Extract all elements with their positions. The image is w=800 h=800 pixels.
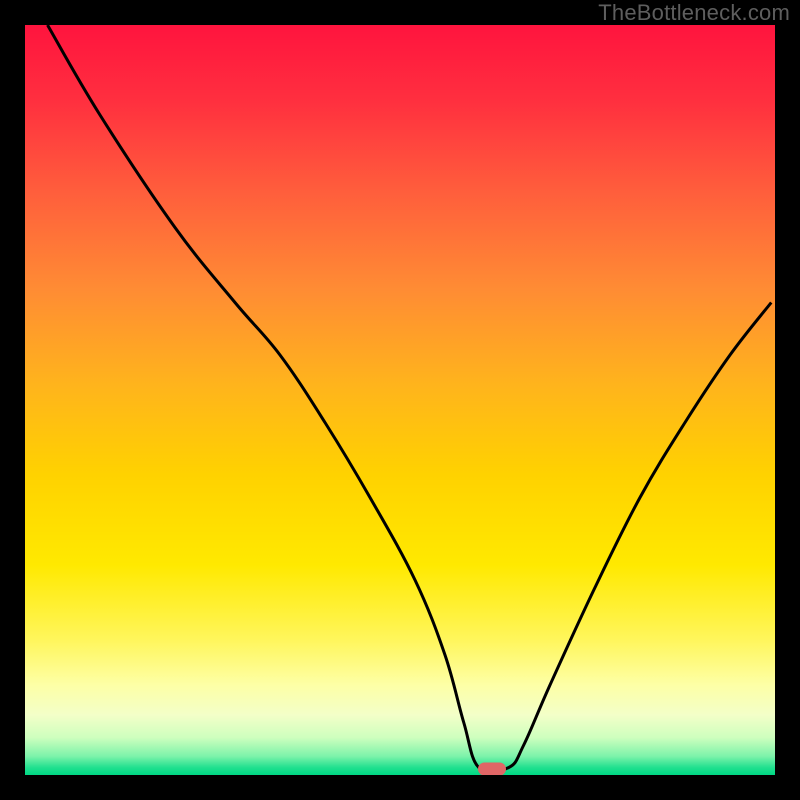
watermark-text: TheBottleneck.com	[598, 0, 790, 26]
bottleneck-curve	[25, 25, 775, 775]
plot-area	[25, 25, 775, 775]
optimal-marker	[478, 763, 506, 776]
curve-line	[48, 25, 772, 772]
